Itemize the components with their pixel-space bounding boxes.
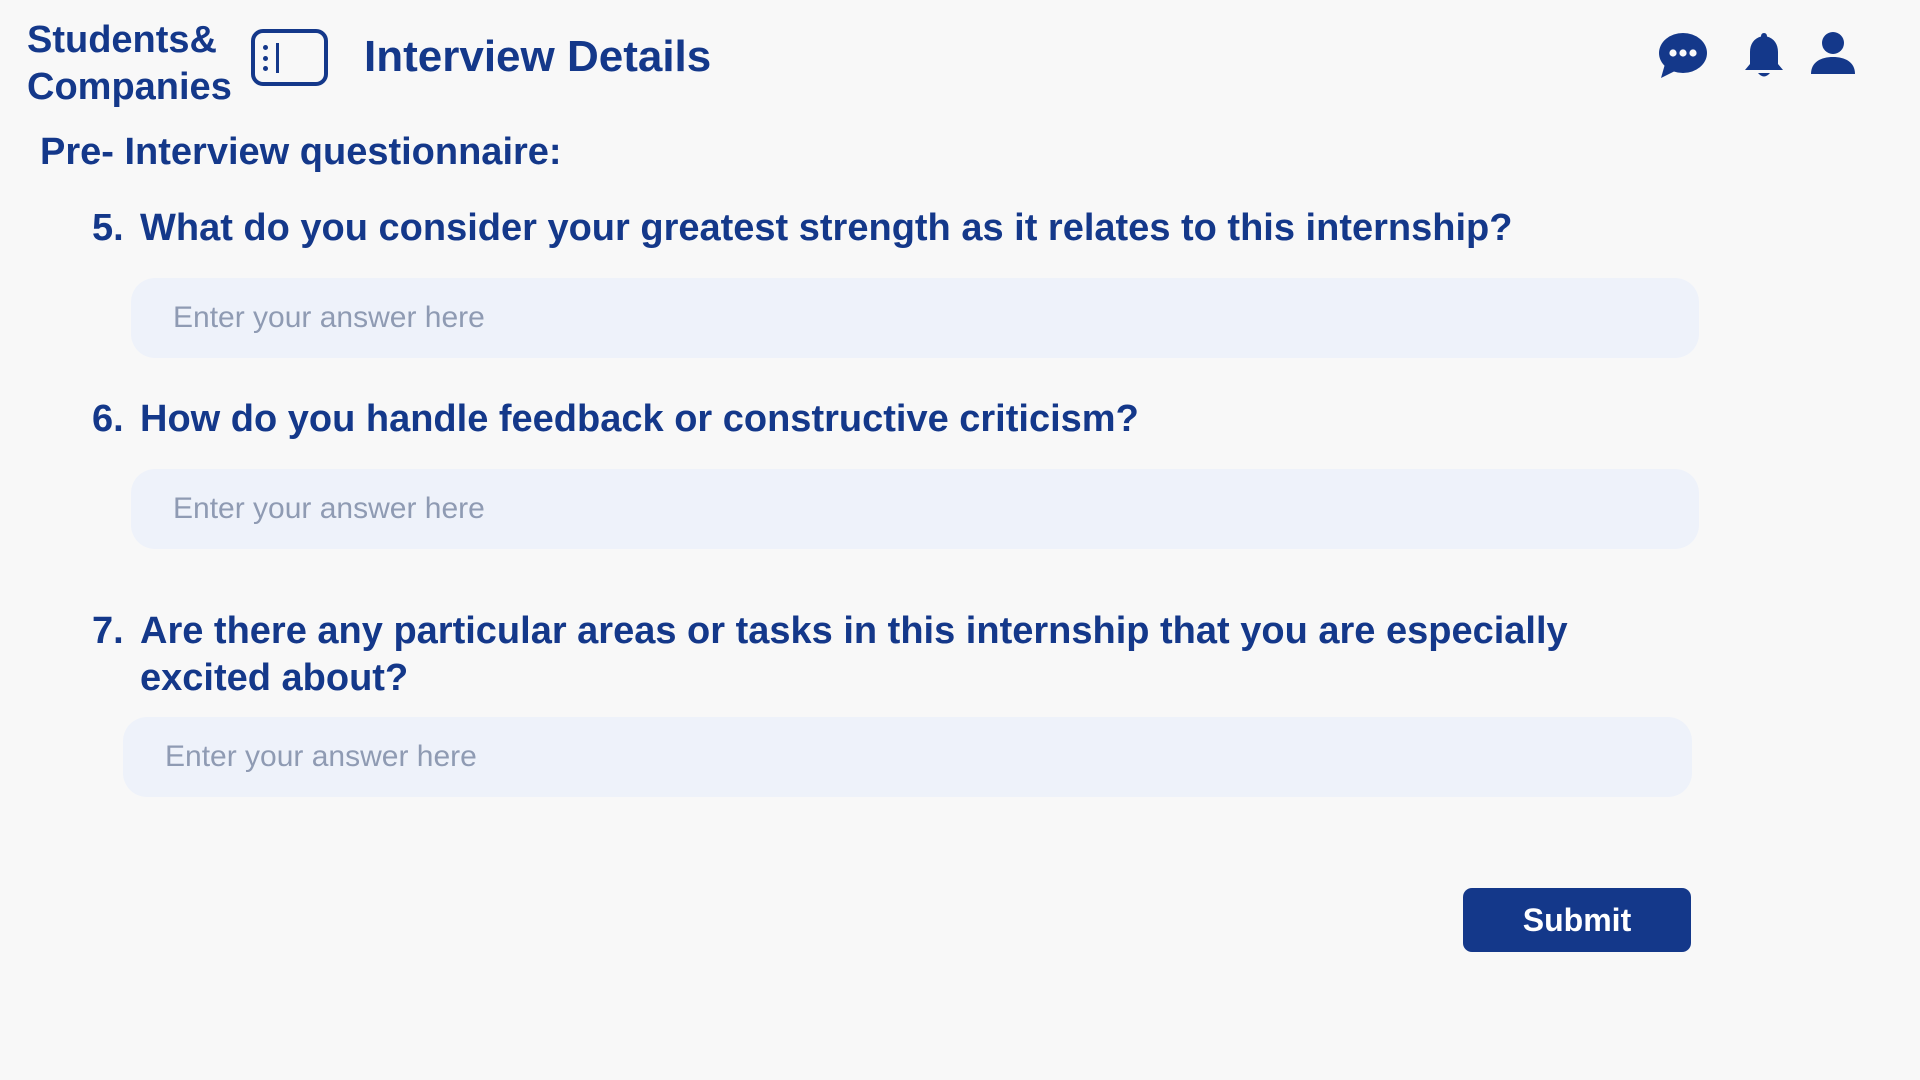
question-5: 5. What do you consider your greatest st… bbox=[92, 205, 1592, 252]
question-text: What do you consider your greatest stren… bbox=[140, 207, 1513, 249]
answer-input-5[interactable] bbox=[131, 278, 1699, 358]
question-text: How do you handle feedback or constructi… bbox=[140, 398, 1139, 440]
answer-input-6[interactable] bbox=[131, 469, 1699, 549]
question-6: 6. How do you handle feedback or constru… bbox=[92, 396, 1592, 443]
question-text: Are there any particular areas or tasks … bbox=[140, 610, 1568, 699]
logo-line-2: Companies bbox=[27, 66, 232, 108]
logo-line-1: Students& bbox=[27, 19, 217, 61]
question-number: 5. bbox=[92, 207, 124, 249]
user-icon[interactable] bbox=[1805, 28, 1861, 84]
chat-bubble-icon[interactable] bbox=[1655, 28, 1711, 84]
interview-details-page: Students& Companies Interview Details Pr… bbox=[0, 0, 1920, 1080]
sidebar-toggle-icon[interactable] bbox=[251, 29, 328, 86]
app-logo[interactable]: Students& Companies bbox=[27, 17, 232, 111]
question-number: 6. bbox=[92, 398, 124, 440]
page-title: Interview Details bbox=[364, 32, 712, 81]
questionnaire-title: Pre- Interview questionnaire: bbox=[40, 131, 562, 173]
question-number: 7. bbox=[92, 610, 124, 652]
question-7: 7. Are there any particular areas or tas… bbox=[92, 608, 1632, 702]
answer-input-7[interactable] bbox=[123, 717, 1692, 797]
submit-button[interactable]: Submit bbox=[1463, 888, 1691, 952]
bell-icon[interactable] bbox=[1736, 28, 1792, 84]
